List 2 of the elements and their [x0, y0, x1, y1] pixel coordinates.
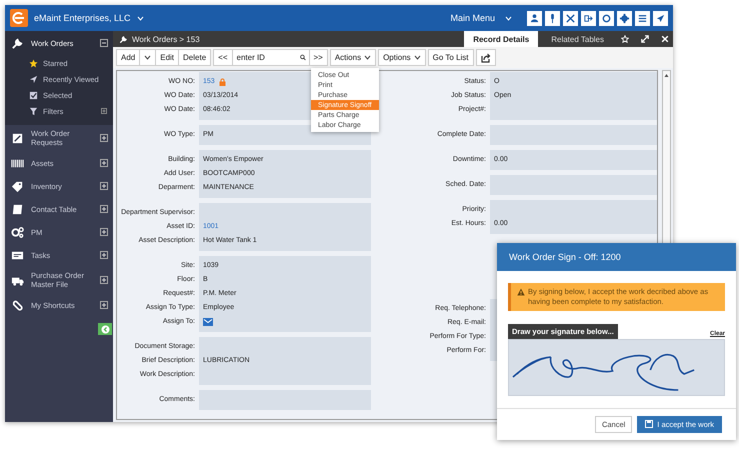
- breadcrumb: Work Orders > 153: [132, 34, 200, 44]
- dialog-title: Work Order Sign - Off: 1200: [509, 252, 621, 262]
